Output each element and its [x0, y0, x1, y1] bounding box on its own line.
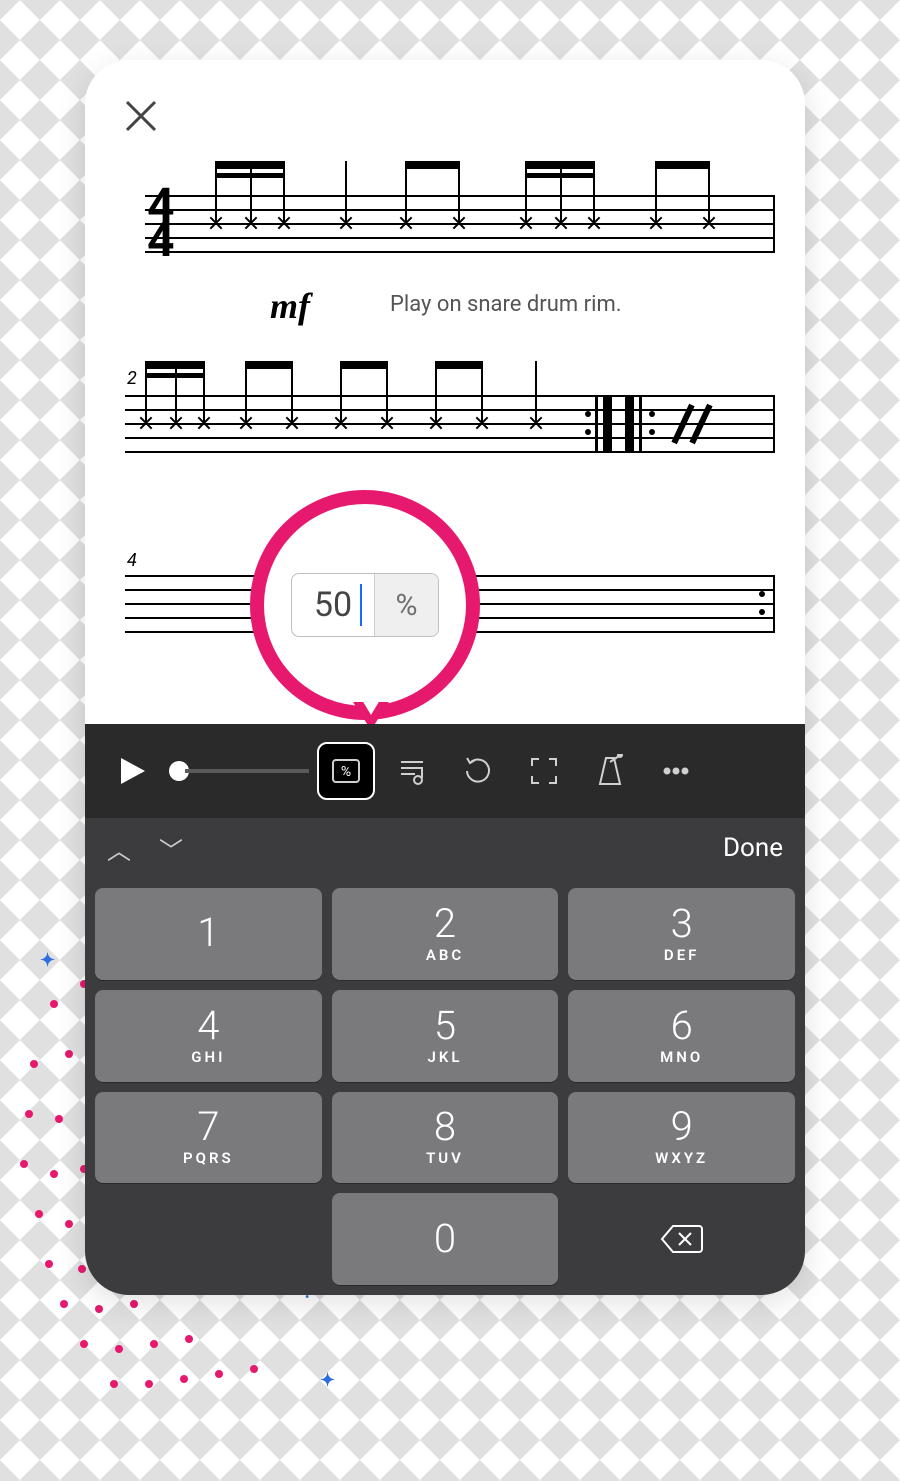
loop-button[interactable] [449, 742, 507, 800]
metronome-button[interactable] [581, 742, 639, 800]
keypad-0[interactable]: 0 [332, 1193, 559, 1285]
sheet-music-area: 4 4 [85, 60, 805, 720]
dynamic-marking: mf [270, 285, 310, 327]
keypad-4[interactable]: 4GHI [95, 990, 322, 1082]
keypad-6[interactable]: 6MNO [568, 990, 795, 1082]
progress-slider[interactable] [169, 761, 309, 781]
bar-number-4: 4 [127, 550, 137, 571]
keyboard-accessory-bar: ︿ ﹀ Done [85, 818, 805, 878]
keypad-1[interactable]: 1 [95, 888, 322, 980]
tempo-percent-button[interactable]: % [317, 742, 375, 800]
close-button[interactable] [113, 88, 169, 144]
next-field-button[interactable]: ﹀ [159, 831, 183, 866]
playback-toolbar: % [85, 724, 805, 818]
keypad-backspace[interactable] [568, 1193, 795, 1285]
keypad-9[interactable]: 9WXYZ [568, 1092, 795, 1184]
tempo-percentage-popup: 50 % [250, 490, 480, 720]
keypad-5[interactable]: 5JKL [332, 990, 559, 1082]
percent-unit-label: % [374, 574, 438, 636]
staff-1: 4 4 [145, 195, 775, 253]
done-button[interactable]: Done [723, 833, 783, 863]
tempo-percentage-input[interactable]: 50 [292, 574, 374, 636]
play-button[interactable] [103, 742, 161, 800]
keypad-3[interactable]: 3DEF [568, 888, 795, 980]
svg-text:%: % [341, 764, 351, 780]
keypad-8[interactable]: 8TUV [332, 1092, 559, 1184]
bar-number-2: 2 [127, 368, 137, 389]
phone-frame: 4 4 [85, 60, 805, 1295]
mixer-button[interactable] [383, 742, 441, 800]
numeric-keypad: 1 2ABC 3DEF 4GHI 5JKL 6MNO 7PQRS 8TUV 9W… [85, 878, 805, 1295]
keypad-blank [95, 1193, 322, 1285]
keypad-7[interactable]: 7PQRS [95, 1092, 322, 1184]
playing-instruction: Play on snare drum rim. [390, 292, 622, 317]
fullscreen-button[interactable] [515, 742, 573, 800]
keypad-2[interactable]: 2ABC [332, 888, 559, 980]
prev-field-button[interactable]: ︿ [107, 831, 131, 866]
staff-2 [125, 395, 775, 453]
more-button[interactable] [647, 742, 705, 800]
